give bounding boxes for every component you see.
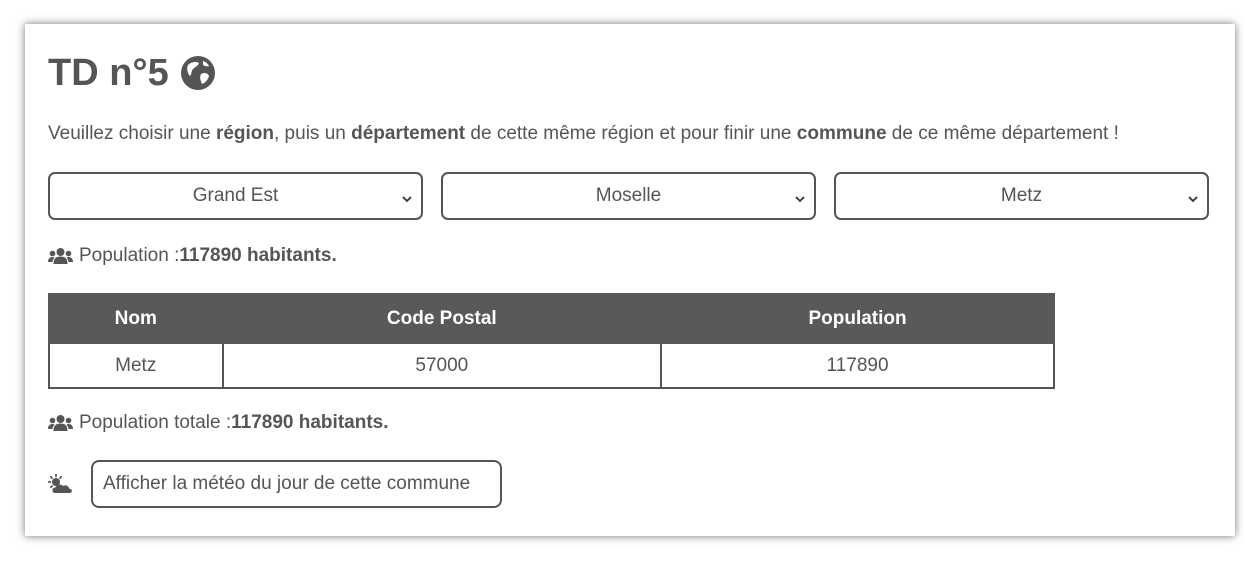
intro-bold-commune: commune <box>796 123 887 144</box>
population-value: 117890 habitants. <box>179 245 337 266</box>
page-title-text: TD n°5 <box>48 51 169 94</box>
users-icon <box>48 414 73 432</box>
cell-nom: Metz <box>48 342 224 389</box>
total-population-label: Population totale : <box>79 412 232 433</box>
cloud-sun-icon <box>48 474 74 494</box>
table-row: Metz 57000 117890 <box>48 342 1055 389</box>
population-label: Population : <box>79 245 180 266</box>
intro-part-4: de ce même département ! <box>886 123 1119 144</box>
page-title: TD n°5 <box>48 50 217 96</box>
header-nom: Nom <box>48 293 224 344</box>
commune-select[interactable]: Metz <box>834 172 1209 220</box>
header-population: Population <box>660 293 1055 344</box>
intro-bold-departement: département <box>351 123 466 144</box>
departement-select-value: Moselle <box>595 185 662 206</box>
header-code-postal: Code Postal <box>221 293 663 344</box>
cell-code-postal: 57000 <box>221 342 663 389</box>
communes-table: Nom Code Postal Population Metz 57000 11… <box>48 293 1055 389</box>
intro-part-2: , puis un <box>274 123 352 144</box>
total-population-line: Population totale : 117890 habitants. <box>48 412 389 434</box>
region-select-value: Grand Est <box>192 185 279 206</box>
intro-bold-region: région <box>215 123 274 144</box>
total-population-value: 117890 habitants. <box>231 412 389 433</box>
table-header-row: Nom Code Postal Population <box>48 293 1055 344</box>
chevron-down-icon <box>401 189 413 211</box>
commune-select-value: Metz <box>1000 185 1043 206</box>
region-select[interactable]: Grand Est <box>48 172 423 220</box>
globe-icon <box>179 54 217 92</box>
population-line: Population : 117890 habitants. <box>48 245 337 267</box>
instructions-text: Veuillez choisir une région, puis un dép… <box>48 123 1119 145</box>
chevron-down-icon <box>1187 189 1199 211</box>
intro-part-1: Veuillez choisir une <box>48 123 216 144</box>
cell-population: 117890 <box>660 342 1055 389</box>
chevron-down-icon <box>794 189 806 211</box>
departement-select[interactable]: Moselle <box>441 172 816 220</box>
users-icon <box>48 247 73 265</box>
show-weather-button[interactable]: Afficher la météo du jour de cette commu… <box>91 460 502 508</box>
intro-part-3: de cette même région et pour finir une <box>465 123 797 144</box>
